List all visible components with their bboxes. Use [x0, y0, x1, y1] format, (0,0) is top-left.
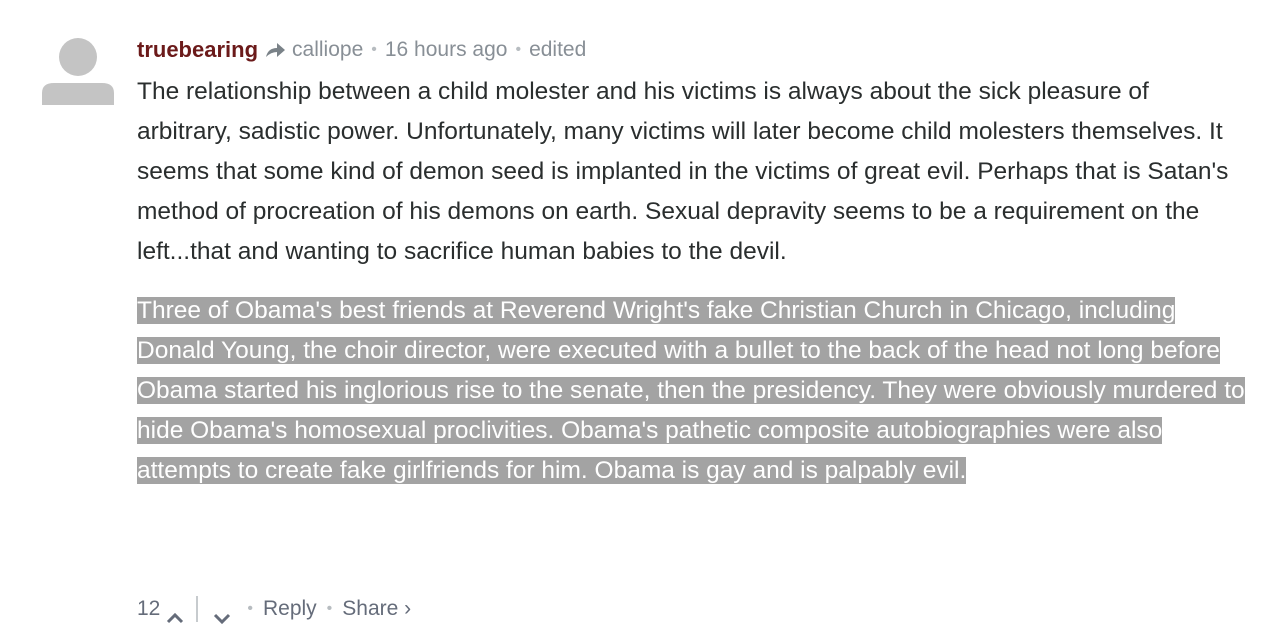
default-avatar-icon[interactable]	[42, 33, 114, 105]
chevron-up-icon[interactable]	[166, 602, 184, 624]
comment-paragraph-2: Three of Obama's best friends at Reveren…	[137, 291, 1247, 491]
meta-separator: •	[515, 41, 522, 58]
vote-divider	[196, 596, 199, 622]
footer-separator: •	[247, 600, 253, 617]
comment-text: The relationship between a child moleste…	[137, 72, 1247, 491]
footer-separator: •	[326, 600, 333, 617]
chevron-down-icon[interactable]	[213, 602, 231, 625]
reply-button[interactable]: Reply	[263, 592, 317, 626]
selected-text: Three of Obama's best friends at Reveren…	[137, 297, 1245, 484]
vote-count: 12	[137, 597, 161, 620]
reply-to-link[interactable]: calliope	[292, 36, 363, 64]
comment-paragraph-1: The relationship between a child moleste…	[137, 78, 1229, 265]
edited-label: edited	[529, 38, 587, 61]
timestamp-link[interactable]: 16 hours ago	[385, 36, 508, 64]
meta-separator: •	[371, 41, 377, 58]
reply-arrow-icon	[264, 40, 286, 60]
comment: truebearing calliope • 16 hours ago • ed…	[0, 0, 1280, 640]
comment-header: truebearing calliope • 16 hours ago • ed…	[137, 36, 1247, 64]
comment-body: truebearing calliope • 16 hours ago • ed…	[137, 36, 1247, 491]
share-button[interactable]: Share ›	[342, 592, 411, 626]
author-link[interactable]: truebearing	[137, 36, 258, 64]
comment-footer: 12 • Reply • Share ›	[137, 592, 411, 626]
